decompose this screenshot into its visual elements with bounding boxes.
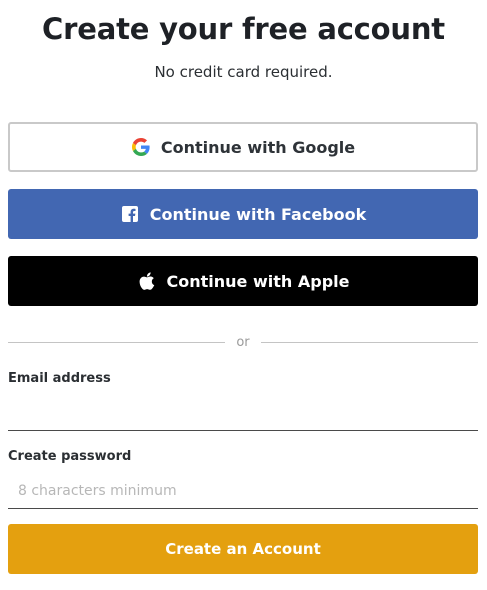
create-account-button-label: Create an Account — [165, 540, 321, 558]
email-label: Email address — [8, 371, 111, 386]
apple-button-label: Continue with Apple — [166, 271, 350, 291]
divider-text: or — [236, 334, 250, 350]
password-field[interactable] — [8, 473, 478, 509]
page-title: Create your free account — [42, 12, 445, 46]
apple-icon — [137, 271, 157, 291]
divider-line-left — [8, 341, 225, 343]
continue-with-apple-button[interactable]: Continue with Apple — [8, 256, 478, 306]
google-button-label: Continue with Google — [160, 137, 356, 157]
page-subtitle: No credit card required. — [154, 63, 333, 81]
google-icon — [131, 137, 151, 157]
or-divider: or — [8, 333, 478, 351]
continue-with-google-button[interactable]: Continue with Google — [8, 122, 478, 172]
password-label: Create password — [8, 449, 132, 464]
divider-line-right — [261, 341, 478, 343]
facebook-icon — [120, 204, 140, 224]
create-account-button[interactable]: Create an Account — [8, 524, 478, 574]
continue-with-facebook-button[interactable]: Continue with Facebook — [8, 189, 478, 239]
facebook-button-label: Continue with Facebook — [149, 204, 367, 224]
signup-page: Create your free account No credit card … — [0, 0, 487, 590]
email-field[interactable] — [8, 395, 478, 431]
